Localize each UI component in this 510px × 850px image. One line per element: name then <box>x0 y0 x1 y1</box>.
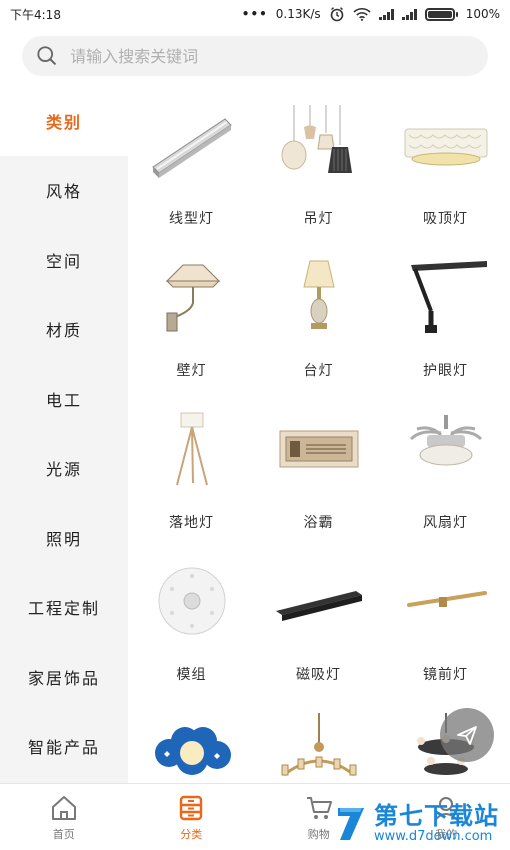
mirror-light-icon <box>401 556 491 646</box>
sidebar-item-label: 光源 <box>45 460 82 480</box>
battery-icon <box>424 7 458 21</box>
sidebar-item-light-source[interactable]: 光源 <box>0 434 128 504</box>
watermark-url: www.d7down.com <box>374 828 493 844</box>
grid-item-label: 壁灯 <box>176 363 207 379</box>
search-input[interactable] <box>70 46 474 66</box>
grid-item-table-lamp[interactable]: 台灯 <box>255 238 382 390</box>
sidebar-item-lighting[interactable]: 照明 <box>0 503 128 573</box>
sidebar-item-label: 空间 <box>45 251 82 271</box>
alarm-icon <box>330 7 343 22</box>
grid-item-label: 磁吸灯 <box>296 667 341 683</box>
sidebar-item-label: 智能产品 <box>27 738 100 758</box>
category-icon <box>180 795 203 820</box>
sidebar-item-space[interactable]: 空间 <box>0 225 128 295</box>
network-speed: 0.13K/s <box>275 7 321 21</box>
floor-lamp-icon <box>147 404 237 494</box>
sidebar-item-material[interactable]: 材质 <box>0 295 128 365</box>
grid-item-label: 浴霸 <box>303 515 334 531</box>
grid-item-led-module[interactable]: 模组 <box>128 542 255 694</box>
grid-item-magnetic-track[interactable]: 磁吸灯 <box>255 542 382 694</box>
tab-home[interactable]: 首页 <box>0 784 128 850</box>
desk-lamp-icon <box>401 252 491 342</box>
grid-item-label: 吸顶灯 <box>423 211 468 227</box>
grid-item-label: 护眼灯 <box>423 363 468 379</box>
send-icon <box>457 726 477 745</box>
battery-percent: 100% <box>465 7 500 21</box>
sidebar-item-label: 照明 <box>45 529 82 549</box>
grid-item-floor-lamp[interactable]: 落地灯 <box>128 390 255 542</box>
grid-item-label: 风扇灯 <box>423 515 468 531</box>
cart-icon <box>306 796 332 819</box>
grid-item-fan-light[interactable]: 风扇灯 <box>382 390 509 542</box>
grid-item-label: 台灯 <box>303 363 334 379</box>
search-box[interactable] <box>22 36 488 76</box>
category-grid: 线型灯 吊灯 吸顶灯 壁灯 台灯 护眼灯 落地灯 浴霸 风扇灯 模组 磁吸灯 镜… <box>128 86 510 783</box>
watermark-logo-icon <box>338 808 364 840</box>
grid-item-kids-lamp[interactable] <box>128 694 255 783</box>
grid-item-label: 吊灯 <box>303 211 334 227</box>
sidebar-item-label: 材质 <box>45 321 82 341</box>
tab-category[interactable]: 分类 <box>128 784 256 850</box>
kids-lamp-icon <box>147 708 237 783</box>
watermark-title: 第七下载站 <box>374 801 499 830</box>
more-dots: ••• <box>241 7 268 21</box>
status-bar: 下午4:18 ••• 0.13K/s 100% <box>0 0 510 28</box>
fan-light-icon <box>401 404 491 494</box>
grid-item-label: 线型灯 <box>169 211 214 227</box>
ceiling-light-icon <box>401 100 491 190</box>
watermark: 第七下载站 www.d7down.com <box>334 796 510 850</box>
grid-item-chandelier[interactable] <box>255 694 382 783</box>
magnetic-track-icon <box>274 556 364 646</box>
sidebar-item-home-decor[interactable]: 家居饰品 <box>0 642 128 712</box>
grid-item-bath-heater[interactable]: 浴霸 <box>255 390 382 542</box>
sidebar-item-style[interactable]: 风格 <box>0 156 128 226</box>
search-icon <box>37 46 56 65</box>
sidebar-item-label: 风格 <box>45 182 82 202</box>
grid-item-label: 模组 <box>176 667 207 683</box>
pendant-light-icon <box>274 100 364 190</box>
sidebar-item-engineering[interactable]: 工程定制 <box>0 573 128 643</box>
wall-lamp-icon <box>147 252 237 342</box>
sidebar-item-smart[interactable]: 智能产品 <box>0 712 128 782</box>
sidebar-item-label: 电工 <box>45 390 82 410</box>
grid-item-wall-lamp[interactable]: 壁灯 <box>128 238 255 390</box>
grid-item-pendant-light[interactable]: 吊灯 <box>255 86 382 238</box>
category-sidebar: 类别 风格 空间 材质 电工 光源 照明 工程定制 家居饰品 智能产品 <box>0 86 128 783</box>
sidebar-item-label: 工程定制 <box>27 599 100 619</box>
status-icons: ••• 0.13K/s 100% <box>242 6 500 22</box>
grid-item-linear-light[interactable]: 线型灯 <box>128 86 255 238</box>
table-lamp-icon <box>274 252 364 342</box>
grid-item-label: 镜前灯 <box>423 667 468 683</box>
grid-item-ceiling-light[interactable]: 吸顶灯 <box>382 86 509 238</box>
linear-light-icon <box>147 100 237 190</box>
tab-label: 购物 <box>307 827 330 841</box>
grid-item-label: 落地灯 <box>169 515 214 531</box>
sidebar-item-category[interactable]: 类别 <box>0 86 128 156</box>
signal-icon <box>401 8 417 20</box>
home-icon <box>51 795 76 820</box>
chandelier-icon <box>274 708 364 783</box>
sidebar-item-label: 类别 <box>45 112 82 132</box>
led-module-icon <box>147 556 237 646</box>
share-button[interactable] <box>440 708 494 762</box>
wifi-icon <box>353 8 371 21</box>
sidebar-item-label: 家居饰品 <box>27 668 100 688</box>
tab-label: 首页 <box>52 827 75 841</box>
sidebar-item-electrical[interactable]: 电工 <box>0 364 128 434</box>
tab-label: 分类 <box>180 827 203 841</box>
grid-item-desk-lamp[interactable]: 护眼灯 <box>382 238 509 390</box>
bath-heater-icon <box>274 404 364 494</box>
grid-item-mirror-light[interactable]: 镜前灯 <box>382 542 509 694</box>
signal-icon <box>378 8 394 20</box>
search-bar <box>0 28 510 86</box>
status-time: 下午4:18 <box>10 7 61 22</box>
